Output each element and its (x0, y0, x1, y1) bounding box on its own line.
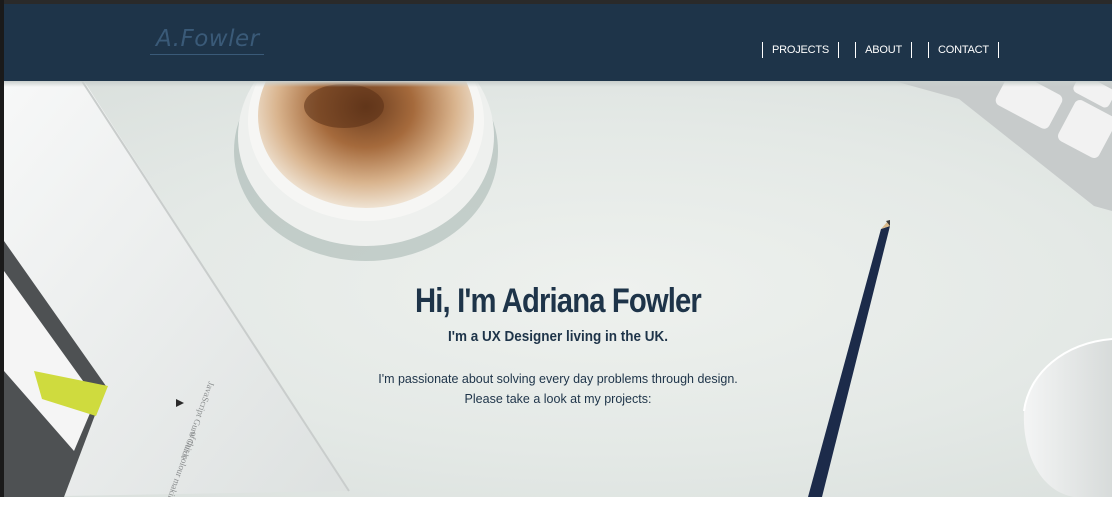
hero-description-line-2: Please take a look at my projects: (464, 392, 652, 406)
hero-section: JavaScript Guru Guide of this colour mak… (4, 81, 1112, 497)
hero-text-block: Hi, I'm Adriana Fowler I'm a UX Designer… (4, 281, 1112, 409)
hero-description: I'm passionate about solving every day p… (4, 369, 1112, 409)
hero-title: Hi, I'm Adriana Fowler (415, 282, 702, 320)
page-bottom-edge (0, 497, 1112, 506)
page-frame: A.Fowler PROJECTS ABOUT CONTACT JavaScri… (0, 0, 1112, 506)
nav-link-contact[interactable]: CONTACT (927, 42, 999, 58)
nav-link-projects[interactable]: PROJECTS (762, 42, 840, 58)
nav-link-about[interactable]: ABOUT (855, 42, 912, 58)
coffee-cup-shape (234, 81, 498, 261)
hero-description-line-1: I'm passionate about solving every day p… (378, 372, 738, 386)
site-navbar: A.Fowler PROJECTS ABOUT CONTACT (4, 4, 1112, 81)
navbar-shadow (4, 81, 1112, 87)
main-nav: PROJECTS ABOUT CONTACT (762, 42, 1015, 58)
keyboard-shape (894, 81, 1112, 211)
site-logo[interactable]: A.Fowler (150, 26, 264, 55)
hero-subtitle: I'm a UX Designer living in the UK. (447, 328, 668, 345)
